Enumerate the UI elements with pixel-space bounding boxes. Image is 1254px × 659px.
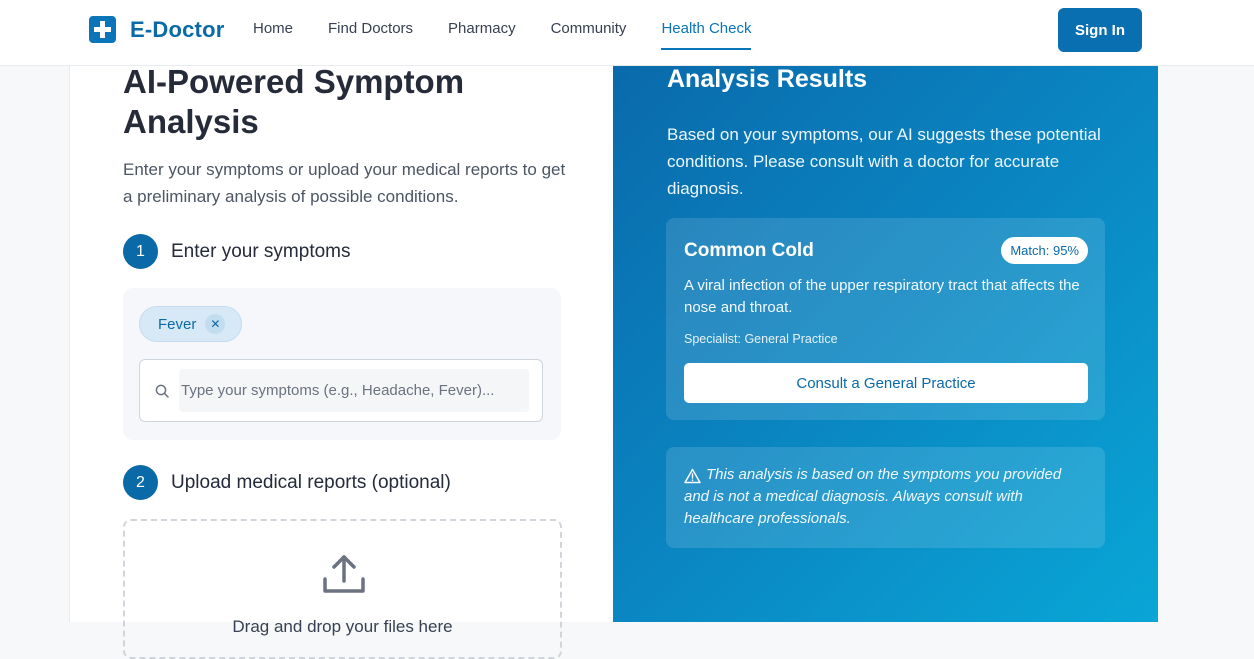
symptom-input-panel: AI-Powered Symptom Analysis Enter your s… [69, 63, 613, 659]
condition-card: Common Cold Match: 95% A viral infection… [666, 218, 1105, 420]
symptom-chip-label: Fever [158, 315, 197, 333]
symptom-search-field [139, 359, 543, 422]
match-badge: Match: 95% [1001, 237, 1088, 264]
step-upload-reports: 2 Upload medical reports (optional) [123, 465, 451, 500]
condition-name: Common Cold [684, 240, 814, 261]
close-icon[interactable]: ✕ [205, 314, 226, 334]
medical-cross-icon [89, 16, 116, 43]
symptom-entry-box: Fever ✕ [123, 288, 561, 440]
step-label: Upload medical reports (optional) [171, 471, 451, 493]
condition-description: A viral infection of the upper respirato… [684, 277, 1080, 316]
step-number-badge: 2 [123, 465, 158, 500]
search-icon [155, 384, 169, 398]
results-title: Analysis Results [667, 65, 868, 93]
condition-specialist: Specialist: General Practice [684, 332, 838, 346]
sign-in-button[interactable]: Sign In [1058, 8, 1142, 52]
step-number-badge: 1 [123, 234, 158, 269]
upload-instructions: Drag and drop your files here [232, 617, 453, 636]
step-enter-symptoms: 1 Enter your symptoms [123, 234, 351, 269]
top-navbar: E-Doctor Home Find Doctors Pharmacy Comm… [0, 0, 1254, 66]
disclaimer-box: This analysis is based on the symptoms y… [666, 447, 1105, 548]
nav-find-doctors[interactable]: Find Doctors [328, 0, 413, 66]
consult-button[interactable]: Consult a General Practice [684, 363, 1088, 403]
symptom-chip: Fever ✕ [139, 306, 243, 342]
disclaimer-text: This analysis is based on the symptoms y… [684, 466, 1062, 527]
page-subtitle: Enter your symptoms or upload your medic… [123, 160, 566, 206]
brand-name: E-Doctor [130, 16, 225, 42]
analysis-results-panel: Analysis Results Based on your symptoms,… [613, 65, 1158, 622]
brand-logo[interactable]: E-Doctor [89, 16, 225, 43]
results-intro: Based on your symptoms, our AI suggests … [667, 125, 1101, 198]
file-upload-dropzone[interactable]: Drag and drop your files here [123, 519, 562, 659]
main-nav: Home Find Doctors Pharmacy Community Hea… [253, 0, 786, 66]
nav-health-check[interactable]: Health Check [661, 0, 752, 66]
upload-icon [323, 555, 365, 593]
nav-community[interactable]: Community [551, 0, 627, 66]
nav-home[interactable]: Home [253, 0, 293, 66]
nav-pharmacy[interactable]: Pharmacy [448, 0, 516, 66]
step-label: Enter your symptoms [171, 240, 351, 262]
page-title: AI-Powered Symptom Analysis [123, 63, 465, 140]
symptom-search-input[interactable] [179, 369, 529, 412]
